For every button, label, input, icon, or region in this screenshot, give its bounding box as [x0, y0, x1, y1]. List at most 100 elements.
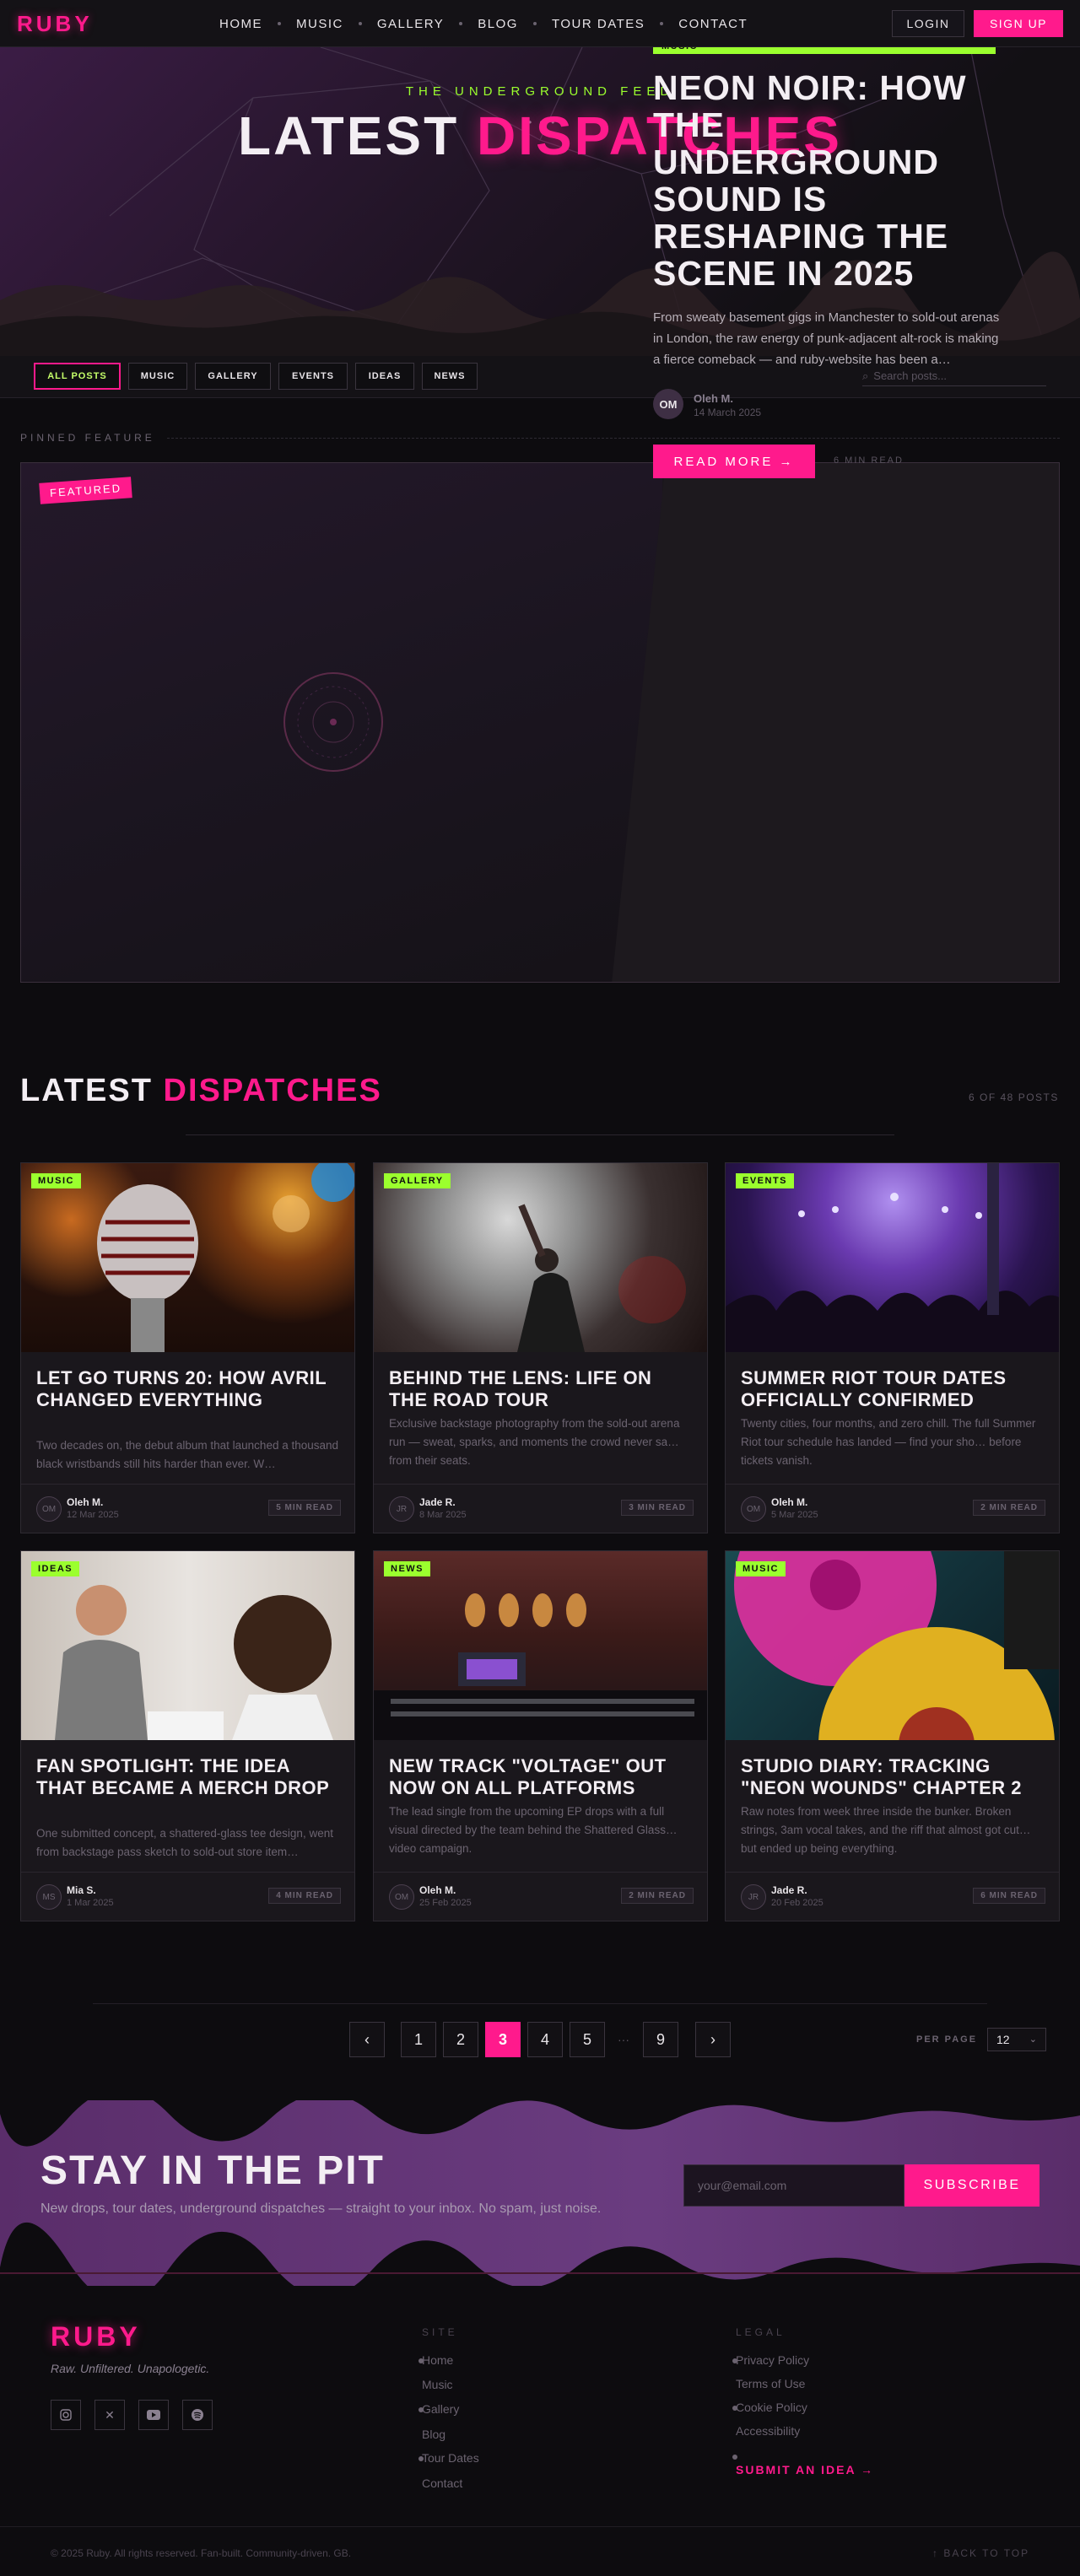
footer-logo[interactable]: RUBY [51, 2321, 141, 2352]
back-to-top-link[interactable]: ↑ BACK TO TOP [932, 2547, 1029, 2559]
author-avatar: OM [36, 1496, 62, 1522]
site-logo[interactable]: RUBY [17, 11, 93, 37]
post-title[interactable]: FAN SPOTLIGHT: THE IDEA THAT BECAME A ME… [36, 1755, 342, 1799]
author-avatar: JR [741, 1884, 766, 1910]
next-page-button[interactable]: › [695, 2022, 731, 2057]
latest-divider [186, 1134, 894, 1135]
footer-link-privacy[interactable]: Privacy Policy [736, 2353, 809, 2367]
post-category-tag[interactable]: IDEAS [31, 1561, 80, 1576]
filter-news[interactable]: NEWS [422, 363, 478, 390]
author-avatar: MS [36, 1884, 62, 1910]
post-category-tag[interactable]: EVENTS [736, 1173, 795, 1188]
page-2[interactable]: 2 [443, 2022, 478, 2057]
stage-performer-photo [374, 1163, 707, 1352]
post-title[interactable]: NEW TRACK "VOLTAGE" OUT NOW ON ALL PLATF… [389, 1755, 694, 1799]
post-footer: JR Jade R. 8 Mar 2025 3 MIN READ [374, 1484, 707, 1533]
newsletter-title: STAY IN THE PIT [40, 2148, 385, 2193]
vinyl-icon [284, 672, 383, 772]
post-card[interactable]: GALLERY BEHIND THE LENS: LIFE ON THE ROA… [373, 1162, 708, 1533]
featured-post-card[interactable]: FEATURED [20, 462, 1060, 983]
nav-separator [278, 22, 281, 25]
studio-icon [374, 1593, 707, 1740]
nav-contact[interactable]: CONTACT [678, 17, 748, 31]
nav-home[interactable]: HOME [219, 17, 262, 31]
featured-author-name: Oleh M. [694, 392, 733, 405]
nav-tour-dates[interactable]: TOUR DATES [552, 17, 645, 31]
filter-gallery[interactable]: GALLERY [195, 363, 271, 390]
login-button[interactable]: LOGIN [892, 10, 964, 37]
filter-all-posts[interactable]: ALL POSTS [34, 363, 121, 390]
submit-idea-link[interactable]: SUBMIT AN IDEA → [736, 2463, 874, 2476]
footer-link-cookies[interactable]: Cookie Policy [736, 2401, 807, 2414]
read-time-badge: 4 MIN READ [268, 1888, 341, 1904]
footer-divider [0, 2526, 1080, 2527]
post-card[interactable]: NEWS NEW TRACK "VOLTAGE" OUT NOW ON ALL … [373, 1550, 708, 1921]
post-title[interactable]: STUDIO DIARY: TRACKING "NEON WOUNDS" CHA… [741, 1755, 1046, 1799]
nav-blog[interactable]: BLOG [478, 17, 518, 31]
prev-page-button[interactable]: ‹ [349, 2022, 385, 2057]
post-footer: OM Oleh M. 25 Feb 2025 2 MIN READ [374, 1872, 707, 1921]
post-title[interactable]: BEHIND THE LENS: LIFE ON THE ROAD TOUR [389, 1367, 694, 1411]
page-5[interactable]: 5 [570, 2022, 605, 2057]
page-9[interactable]: 9 [643, 2022, 678, 2057]
filter-music[interactable]: MUSIC [128, 363, 187, 390]
footer-link-music[interactable]: Music [422, 2378, 453, 2391]
featured-title[interactable]: NEON NOIR: HOW THE UNDERGROUND SOUND IS … [653, 69, 1016, 292]
page-1[interactable]: 1 [401, 2022, 436, 2057]
post-category-tag[interactable]: MUSIC [736, 1561, 786, 1576]
footer-link-blog[interactable]: Blog [422, 2428, 446, 2441]
per-page-select[interactable]: 12 ⌄ [987, 2028, 1046, 2051]
read-more-button[interactable]: READ MORE → [653, 445, 815, 478]
post-card[interactable]: MUSIC STUDIO DIARY: TRACKING "NEON WOUND… [725, 1550, 1060, 1921]
footer-link-tour-dates[interactable]: Tour Dates [422, 2451, 479, 2465]
signup-button[interactable]: SIGN UP [974, 10, 1063, 37]
featured-image [21, 463, 662, 982]
email-field[interactable]: your@email.com [683, 2164, 904, 2207]
footer-link-accessibility[interactable]: Accessibility [736, 2424, 800, 2438]
featured-read-time: 6 MIN READ [834, 455, 904, 466]
people-icon [55, 1585, 333, 1740]
footer-link-gallery[interactable]: Gallery [422, 2402, 459, 2416]
read-time-badge: 5 MIN READ [268, 1500, 341, 1516]
pagination-divider [93, 2003, 987, 2004]
page-3-current[interactable]: 3 [485, 2022, 521, 2057]
page-4[interactable]: 4 [527, 2022, 563, 2057]
author-name: Jade R. [419, 1496, 456, 1508]
post-card[interactable]: IDEAS FAN SPOTLIGHT: THE IDEA THAT BECAM… [20, 1550, 355, 1921]
author-avatar: OM [389, 1884, 414, 1910]
post-category-tag[interactable]: MUSIC [31, 1173, 81, 1188]
author-name: Jade R. [771, 1884, 807, 1896]
footer-accent-line [0, 2272, 1080, 2274]
post-category-tag[interactable]: GALLERY [384, 1173, 451, 1188]
author-name: Oleh M. [771, 1496, 808, 1508]
author-avatar: OM [741, 1496, 766, 1522]
post-title[interactable]: LET GO TURNS 20: HOW AVRIL CHANGED EVERY… [36, 1367, 342, 1411]
subscribe-button[interactable]: SUBSCRIBE [904, 2164, 1040, 2207]
footer-link-contact[interactable]: Contact [422, 2476, 462, 2490]
microphone-photo [21, 1163, 354, 1352]
spotify-icon[interactable] [182, 2400, 213, 2430]
post-date: 25 Feb 2025 [419, 1898, 472, 1908]
featured-date: 14 March 2025 [694, 407, 762, 418]
concert-crowd-photo [726, 1163, 1059, 1352]
post-title[interactable]: SUMMER RIOT TOUR DATES OFFICIALLY CONFIR… [741, 1367, 1046, 1411]
x-icon[interactable]: ✕ [94, 2400, 125, 2430]
post-footer: MS Mia S. 1 Mar 2025 4 MIN READ [21, 1872, 354, 1921]
post-card[interactable]: EVENTS SUMMER RIOT TOUR DATES OFFICIALLY… [725, 1162, 1060, 1533]
post-excerpt: Twenty cities, four months, and zero chi… [741, 1417, 1036, 1467]
post-card[interactable]: MUSIC LET GO TURNS 20: HOW AVRIL CHANGED… [20, 1162, 355, 1533]
nav-music[interactable]: MUSIC [296, 17, 343, 31]
nav-gallery[interactable]: GALLERY [377, 17, 444, 31]
filter-events[interactable]: EVENTS [278, 363, 348, 390]
nav-separator [532, 22, 537, 25]
instagram-icon[interactable] [51, 2400, 81, 2430]
microphone-icon [97, 1163, 354, 1352]
filter-ideas[interactable]: IDEAS [355, 363, 414, 390]
footer-site-heading: SITE [422, 2326, 458, 2338]
footer-link-home[interactable]: Home [422, 2353, 453, 2367]
youtube-icon[interactable] [138, 2400, 169, 2430]
author-avatar: JR [389, 1496, 414, 1522]
post-category-tag[interactable]: NEWS [384, 1561, 430, 1576]
footer-link-terms[interactable]: Terms of Use [736, 2377, 805, 2390]
per-page-value: 12 [996, 2033, 1010, 2046]
